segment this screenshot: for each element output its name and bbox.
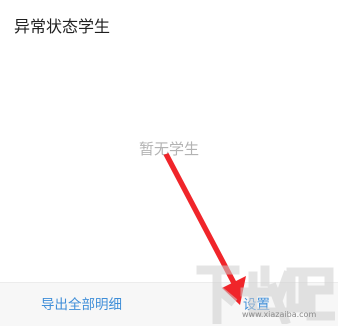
bottom-action-bar: 导出全部明细 设置	[0, 282, 338, 326]
red-arrow-annotation	[163, 153, 246, 305]
settings-button[interactable]: 设置	[243, 295, 270, 315]
arrow-shaft	[163, 153, 237, 285]
page-title: 异常状态学生	[14, 17, 111, 36]
export-all-details-button[interactable]: 导出全部明细	[41, 295, 122, 315]
empty-state-message: 暂无学生	[138, 140, 199, 158]
